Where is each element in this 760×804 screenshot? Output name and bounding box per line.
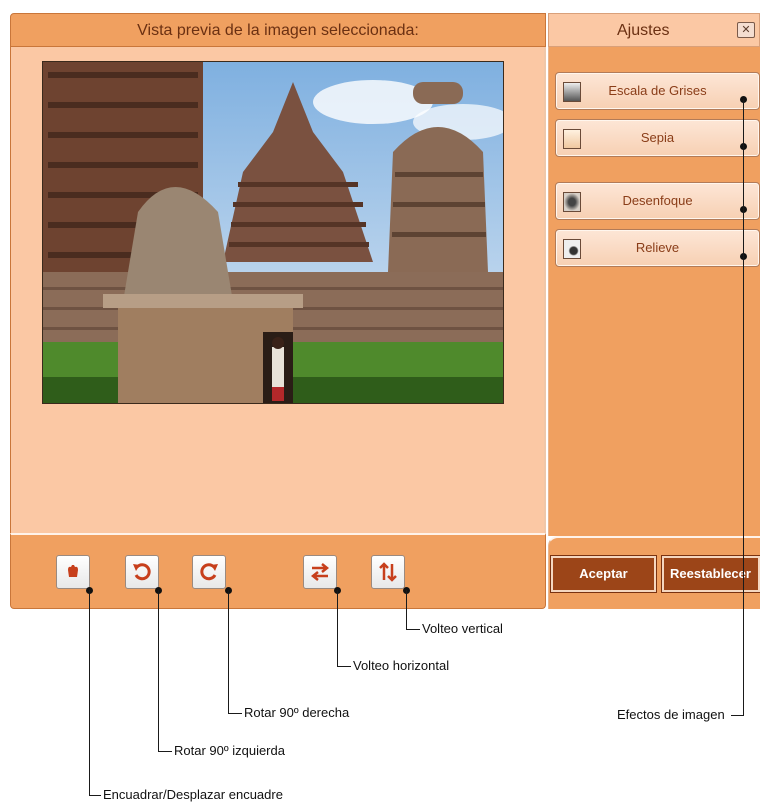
temple-photo: [43, 62, 513, 403]
flip-vertical-button[interactable]: [371, 555, 405, 589]
emboss-effect-button[interactable]: Relieve: [555, 229, 760, 267]
callout-line: [337, 590, 338, 667]
sepia-icon: [563, 129, 581, 149]
rotate-left-label: Rotar 90º izquierda: [174, 743, 285, 758]
effect-label: Desenfoque: [622, 193, 693, 208]
callout-line: [406, 629, 420, 630]
flip-horizontal-button[interactable]: [303, 555, 337, 589]
rotate-left-button[interactable]: [125, 555, 159, 589]
crop-pan-button[interactable]: [56, 555, 90, 589]
callout-line: [743, 99, 744, 716]
effect-label: Escala de Grises: [608, 83, 707, 98]
blur-effect-button[interactable]: Desenfoque: [555, 182, 760, 220]
effect-label: Sepia: [640, 130, 675, 145]
effect-label: Relieve: [635, 240, 680, 255]
grayscale-icon: [563, 82, 581, 102]
preview-panel-title: Vista previa de la imagen seleccionada:: [10, 13, 546, 47]
rotate-right-label: Rotar 90º derecha: [244, 705, 350, 720]
settings-panel-title: Ajustes: [548, 13, 760, 47]
emboss-icon: [563, 239, 581, 259]
flip-vertical-icon: [377, 562, 399, 588]
rotate-left-icon: [131, 563, 153, 588]
crop-pan-label: Encuadrar/Desplazar encuadre: [103, 787, 283, 802]
flip-vertical-label: Volteo vertical: [422, 621, 503, 636]
callout-line: [337, 666, 351, 667]
effects-label: Efectos de imagen: [617, 707, 725, 722]
flip-horizontal-icon: [309, 563, 331, 588]
crop-pan-icon: [64, 564, 82, 586]
accept-button[interactable]: Aceptar: [550, 555, 657, 593]
callout-line: [731, 715, 744, 716]
reset-button[interactable]: Reestablecer: [661, 555, 760, 593]
callout-line: [89, 795, 101, 796]
close-icon: ✕: [741, 24, 751, 36]
callout-line: [89, 590, 90, 796]
blur-icon: [563, 192, 581, 212]
sepia-effect-button[interactable]: Sepia: [555, 119, 760, 157]
rotate-right-button[interactable]: [192, 555, 226, 589]
flip-horizontal-label: Volteo horizontal: [353, 658, 450, 673]
callout-line: [406, 590, 407, 630]
grayscale-effect-button[interactable]: Escala de Grises: [555, 72, 760, 110]
close-button[interactable]: ✕: [737, 22, 755, 38]
callout-line: [228, 590, 229, 714]
callout-line: [158, 590, 159, 752]
callout-line: [228, 713, 242, 714]
preview-image: [42, 61, 513, 404]
preview-toolbar: [10, 533, 546, 609]
settings-title: Ajustes: [617, 22, 670, 39]
callout-line: [158, 751, 172, 752]
rotate-right-icon: [198, 563, 220, 588]
